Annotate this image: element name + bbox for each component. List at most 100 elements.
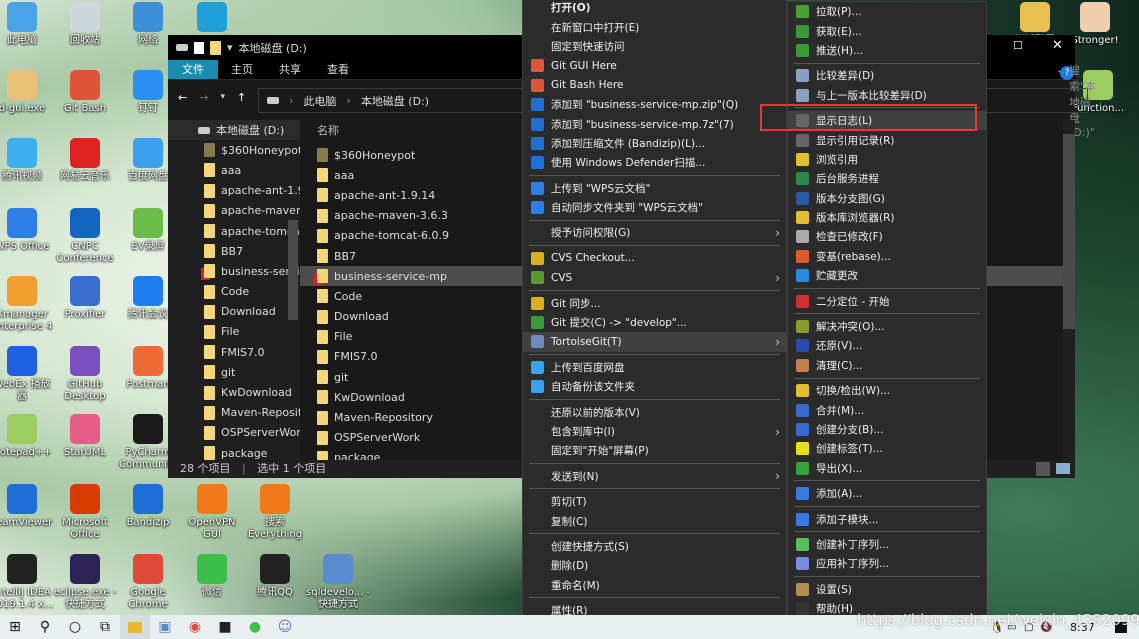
menu-item[interactable]: 拉取(P)... <box>788 2 986 21</box>
menu-item[interactable]: 应用补丁序列... <box>788 554 986 573</box>
remote-desktop-taskbar-icon[interactable]: ▣ <box>150 615 180 639</box>
desktop-icon[interactable]: 腾讯视频 <box>0 138 54 183</box>
desktop-icon[interactable]: 此电脑 <box>0 2 54 47</box>
breadcrumb-drive[interactable]: 本地磁盘 (D:) <box>361 93 429 109</box>
menu-item[interactable]: Git 提交(C) -> "develop"... <box>523 313 786 332</box>
tab-view[interactable]: 查看 <box>314 60 362 79</box>
menu-item[interactable]: 在新窗口中打开(E) <box>523 17 786 36</box>
menu-item[interactable]: 获取(E)... <box>788 21 986 40</box>
menu-item[interactable]: 设置(S) <box>788 580 986 599</box>
desktop-icon[interactable]: WPS Office <box>0 208 54 253</box>
nav-item[interactable]: Download <box>168 302 300 322</box>
menu-item[interactable]: 二分定位 - 开始 <box>788 291 986 310</box>
desktop-icon[interactable]: GitHub Desktop <box>53 346 117 403</box>
menu-item[interactable]: CVS Checkout... <box>523 249 786 268</box>
menu-item[interactable]: 固定到"开始"屏幕(P) <box>523 441 786 460</box>
nav-item[interactable]: Maven-Repository <box>168 403 300 423</box>
menu-item[interactable]: 发送到(N) › <box>523 467 786 486</box>
desktop-icon[interactable]: Xmanager Enterprise 4 <box>0 276 54 333</box>
menu-item[interactable]: 添加子模块... <box>788 509 986 528</box>
desktop-icon[interactable]: 腾讯QQ <box>243 554 307 599</box>
nav-item[interactable]: apache-ant-1.9.14 <box>168 181 300 201</box>
menu-item[interactable]: TortoiseGit(T) › <box>523 332 786 352</box>
menu-item[interactable]: 添加到压缩文件 (Bandizip)(L)... <box>523 134 786 153</box>
menu-item[interactable]: 剪切(T) <box>523 492 786 511</box>
recent-dropdown-icon[interactable]: ▾ <box>220 92 225 102</box>
menu-item[interactable]: 重命名(M) <box>523 576 786 595</box>
nav-item[interactable]: git <box>168 362 300 382</box>
details-view-button[interactable] <box>1036 462 1050 476</box>
new-folder-icon[interactable] <box>210 40 221 55</box>
wechat-taskbar-icon[interactable]: ● <box>240 615 270 639</box>
nav-item[interactable]: apache-tomcat-6.0.9 <box>168 221 300 241</box>
menu-item[interactable]: 上传到百度网盘 <box>523 358 786 377</box>
menu-item[interactable]: 授予访问权限(G) › <box>523 223 786 242</box>
file-list-scrollbar[interactable] <box>1063 120 1075 460</box>
nav-item[interactable]: Code <box>168 282 300 302</box>
desktop-icon[interactable]: d-gui.exe <box>0 70 54 115</box>
menu-item[interactable]: Git Bash Here <box>523 76 786 95</box>
menu-item[interactable]: 添加到 "business-service-mp.7z"(7) <box>523 114 786 133</box>
nav-item[interactable]: aaa <box>168 160 300 180</box>
nav-root[interactable]: 本地磁盘 (D:) <box>168 120 300 141</box>
task-view-icon[interactable]: ⧉ <box>90 615 120 639</box>
nav-item[interactable]: KwDownload <box>168 382 300 402</box>
desktop-icon[interactable]: sqldevelo... - 快捷方式 <box>306 554 370 611</box>
large-icons-view-button[interactable] <box>1056 463 1070 474</box>
menu-item[interactable]: 上传到 "WPS云文档" <box>523 179 786 198</box>
menu-item[interactable]: 打开(O) <box>523 0 786 17</box>
menu-item[interactable]: 比较差异(D) <box>788 66 986 85</box>
menu-item[interactable]: 还原(V)... <box>788 336 986 355</box>
desktop-icon[interactable]: Microsoft Office <box>53 484 117 541</box>
user-app-taskbar-icon[interactable]: ☺ <box>270 615 300 639</box>
menu-item[interactable]: 浏览引用 <box>788 150 986 169</box>
desktop-icon[interactable]: TeamViewer <box>0 484 54 529</box>
nav-item[interactable]: BB7 <box>168 241 300 261</box>
desktop-icon[interactable]: OpenVPN GUI <box>180 484 244 541</box>
menu-item[interactable]: 固定到快速访问 <box>523 37 786 56</box>
menu-item[interactable]: 解决冲突(O)... <box>788 317 986 336</box>
menu-item[interactable]: 版本分支图(G) <box>788 189 986 208</box>
menu-item[interactable]: 创建快捷方式(S) <box>523 537 786 556</box>
desktop-icon[interactable]: 搜索 Everything <box>243 484 307 541</box>
menu-item[interactable]: 后台服务进程 <box>788 169 986 188</box>
file-explorer-taskbar-icon[interactable] <box>120 615 150 639</box>
menu-item[interactable]: Git 同步... <box>523 293 786 312</box>
menu-item[interactable]: 添加到 "business-service-mp.zip"(Q) <box>523 95 786 114</box>
menu-item[interactable]: 切换/检出(W)... <box>788 381 986 400</box>
up-button[interactable]: ↑ <box>237 91 246 104</box>
desktop-icon[interactable]: Bandizip <box>116 484 180 529</box>
desktop-icon[interactable]: Google Chrome <box>116 554 180 611</box>
chrome-taskbar-icon[interactable]: ◉ <box>180 615 210 639</box>
tab-share[interactable]: 共享 <box>266 60 314 79</box>
menu-item[interactable]: 推送(H)... <box>788 41 986 60</box>
menu-item[interactable]: 包含到库中(I) › <box>523 422 786 441</box>
menu-item[interactable]: 与上一版本比较差异(D) <box>788 86 986 105</box>
menu-item[interactable]: 使用 Windows Defender扫描... <box>523 153 786 172</box>
menu-item[interactable]: CVS › <box>523 268 786 287</box>
quick-access-dropdown-icon[interactable]: ▾ <box>227 41 233 54</box>
tab-home[interactable]: 主页 <box>218 60 266 79</box>
desktop-icon[interactable]: Git Bash <box>53 70 117 115</box>
desktop-icon[interactable]: IntelliJ IDEA 2019.1.4 x... <box>0 554 54 611</box>
desktop-icon[interactable]: StarUML <box>53 414 117 459</box>
back-button[interactable]: ← <box>178 91 187 104</box>
menu-item[interactable]: 导出(X)... <box>788 459 986 478</box>
desktop-icon[interactable]: WebEx 播放器 <box>0 346 54 403</box>
maximize-button[interactable]: ☐ <box>1013 39 1023 52</box>
nav-item[interactable]: package <box>168 443 300 460</box>
menu-item[interactable]: 清理(C)... <box>788 356 986 375</box>
desktop-icon[interactable]: 回收站 <box>53 2 117 47</box>
close-button[interactable]: ✕ <box>1052 38 1063 53</box>
menu-item[interactable]: 版本库浏览器(R) <box>788 208 986 227</box>
menu-item[interactable]: 自动同步文件夹到 "WPS云文档" <box>523 198 786 217</box>
nav-item[interactable]: FMIS7.0 <box>168 342 300 362</box>
menu-item[interactable]: 贮藏更改 <box>788 266 986 285</box>
menu-item[interactable]: Git GUI Here <box>523 56 786 75</box>
desktop-icon[interactable]: Notepad++ <box>0 414 54 459</box>
nav-item[interactable]: apache-maven-3.6.3 <box>168 201 300 221</box>
nav-item[interactable]: OSPServerWork <box>168 423 300 443</box>
desktop-icon[interactable]: CNPC Conference <box>53 208 117 265</box>
desktop-icon[interactable]: 网易云音乐 <box>53 138 117 183</box>
nav-item[interactable]: business-service-mp <box>168 261 300 281</box>
